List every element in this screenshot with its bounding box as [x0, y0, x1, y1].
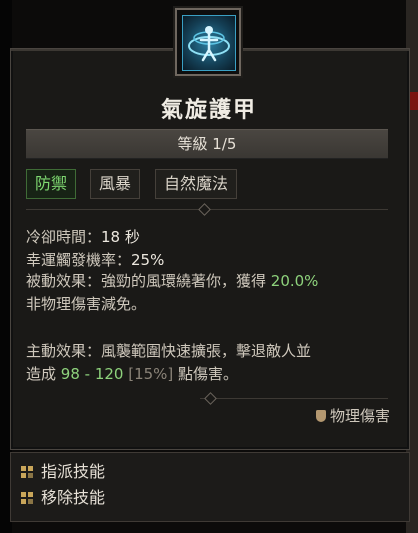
- passive-value: 20.0%: [270, 272, 319, 290]
- active-description: 主動效果：風襲範圍快速擴張，擊退敵人並 造成 98 - 120 [15%] 點傷…: [26, 340, 390, 386]
- assign-skill-label: 指派技能: [41, 462, 106, 481]
- passive-text: 被動效果：強勁的風環繞著你，獲得: [26, 272, 271, 290]
- tag-nature-magic: 自然魔法: [155, 169, 238, 199]
- damage-type-label: 物理傷害: [329, 407, 390, 425]
- physical-damage-icon: [315, 410, 326, 422]
- skill-rank: 等級 1/5: [26, 129, 388, 159]
- whirlwind-armor-icon: [182, 15, 236, 71]
- skill-icon-frame[interactable]: [175, 8, 241, 76]
- damage-type: 物理傷害: [315, 405, 390, 426]
- cooldown-stat: 冷卻時間：18 秒: [26, 226, 140, 247]
- remove-skill-icon: [21, 492, 33, 504]
- cooldown-value: 18 秒: [101, 228, 140, 246]
- lucky-hit-label: 幸運觸發機率：: [26, 251, 132, 269]
- lucky-hit-stat: 幸運觸發機率：25%: [26, 249, 164, 270]
- active-suffix: 點傷害。: [173, 365, 239, 383]
- active-damage-range: 98 - 120: [60, 365, 124, 383]
- active-damage-bracket: [15%]: [128, 365, 174, 383]
- tag-defensive: 防禦: [26, 169, 77, 199]
- passive-description: 被動效果：強勁的風環繞著你，獲得 20.0% 非物理傷害減免。: [26, 270, 390, 316]
- divider-short: [200, 398, 388, 399]
- remove-skill-button[interactable]: 移除技能: [21, 487, 105, 509]
- assign-skill-button[interactable]: 指派技能: [21, 461, 105, 483]
- tag-storm: 風暴: [90, 169, 141, 199]
- cooldown-label: 冷卻時間：: [26, 228, 102, 246]
- passive-text-line2: 非物理傷害減免。: [26, 295, 147, 313]
- remove-skill-label: 移除技能: [41, 488, 106, 507]
- action-footer: 指派技能 移除技能: [10, 452, 410, 522]
- assign-skill-icon: [21, 466, 33, 478]
- skill-title: 氣旋護甲: [160, 98, 257, 123]
- active-text: 主動效果：風襲範圍快速擴張，擊退敵人並: [26, 342, 312, 360]
- lucky-hit-value: 25%: [131, 251, 165, 269]
- active-prefix: 造成: [26, 365, 61, 383]
